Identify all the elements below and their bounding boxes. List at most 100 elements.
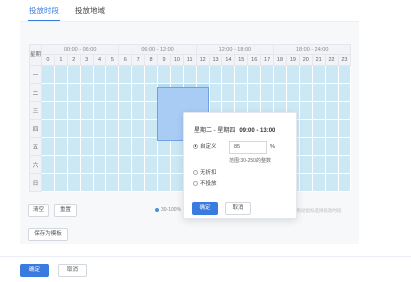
custom-rate-input[interactable]: 85: [229, 141, 267, 154]
schedule-cell[interactable]: [285, 65, 300, 84]
schedule-cell[interactable]: [324, 65, 339, 84]
schedule-cell[interactable]: [53, 83, 68, 102]
schedule-cell[interactable]: [144, 65, 159, 84]
schedule-cell[interactable]: [118, 65, 133, 84]
schedule-cell[interactable]: [131, 119, 146, 138]
schedule-cell[interactable]: [105, 119, 120, 138]
schedule-cell[interactable]: [66, 137, 81, 156]
schedule-cell[interactable]: [131, 65, 146, 84]
schedule-cell[interactable]: [157, 65, 171, 84]
schedule-cell[interactable]: [208, 83, 223, 102]
schedule-cell[interactable]: [53, 101, 68, 120]
schedule-cell[interactable]: [144, 119, 159, 138]
schedule-cell[interactable]: [66, 173, 81, 192]
schedule-cell[interactable]: [41, 155, 55, 174]
schedule-cell[interactable]: [118, 83, 133, 102]
schedule-cell[interactable]: [311, 101, 326, 120]
schedule-cell[interactable]: [311, 155, 326, 174]
schedule-cell[interactable]: [41, 137, 55, 156]
schedule-cell[interactable]: [144, 173, 159, 192]
schedule-cell[interactable]: [92, 65, 107, 84]
schedule-cell[interactable]: [131, 101, 146, 120]
schedule-cell[interactable]: [79, 119, 94, 138]
schedule-cell[interactable]: [105, 83, 120, 102]
schedule-cell[interactable]: [41, 83, 55, 102]
cancel-button[interactable]: 取消: [58, 264, 87, 277]
schedule-cell[interactable]: [41, 101, 55, 120]
schedule-cell[interactable]: [247, 83, 262, 102]
schedule-cell[interactable]: [79, 101, 94, 120]
schedule-cell[interactable]: [273, 83, 287, 102]
schedule-cell[interactable]: [234, 83, 249, 102]
schedule-cell[interactable]: [169, 173, 184, 192]
schedule-cell[interactable]: [298, 155, 313, 174]
schedule-cell[interactable]: [298, 119, 313, 138]
schedule-cell[interactable]: [79, 65, 94, 84]
schedule-cell[interactable]: [66, 101, 81, 120]
schedule-cell[interactable]: [273, 65, 287, 84]
schedule-cell[interactable]: [298, 65, 313, 84]
schedule-cell[interactable]: [324, 101, 339, 120]
schedule-cell[interactable]: [337, 65, 352, 84]
schedule-cell[interactable]: [105, 173, 120, 192]
schedule-cell[interactable]: [247, 65, 262, 84]
schedule-cell[interactable]: [66, 83, 81, 102]
schedule-cell[interactable]: [311, 65, 326, 84]
popover-cancel-button[interactable]: 取消: [225, 202, 251, 215]
schedule-cell[interactable]: [337, 119, 352, 138]
schedule-cell[interactable]: [118, 119, 133, 138]
no-delivery-radio[interactable]: 不投放: [193, 179, 217, 187]
schedule-cell[interactable]: [92, 155, 107, 174]
schedule-cell[interactable]: [105, 65, 120, 84]
schedule-cell[interactable]: [285, 83, 300, 102]
schedule-cell[interactable]: [53, 173, 68, 192]
reset-button[interactable]: 重置: [54, 204, 77, 217]
schedule-cell[interactable]: [311, 137, 326, 156]
schedule-cell[interactable]: [92, 173, 107, 192]
schedule-cell[interactable]: [66, 65, 81, 84]
tab-region[interactable]: 投放地域: [74, 3, 106, 21]
schedule-cell[interactable]: [234, 65, 249, 84]
schedule-cell[interactable]: [221, 65, 236, 84]
schedule-cell[interactable]: [41, 173, 55, 192]
schedule-cell[interactable]: [41, 119, 55, 138]
schedule-cell[interactable]: [53, 65, 68, 84]
schedule-cell[interactable]: [92, 137, 107, 156]
schedule-cell[interactable]: [92, 101, 107, 120]
schedule-cell[interactable]: [105, 101, 120, 120]
schedule-cell[interactable]: [324, 173, 339, 192]
schedule-cell[interactable]: [105, 155, 120, 174]
schedule-cell[interactable]: [169, 65, 184, 84]
schedule-cell[interactable]: [169, 155, 184, 174]
schedule-cell[interactable]: [337, 173, 352, 192]
schedule-cell[interactable]: [118, 137, 133, 156]
schedule-cell[interactable]: [182, 65, 197, 84]
schedule-cell[interactable]: [337, 155, 352, 174]
schedule-cell[interactable]: [131, 155, 146, 174]
save-template-button[interactable]: 保存为模板: [28, 228, 68, 241]
schedule-cell[interactable]: [157, 155, 171, 174]
schedule-cell[interactable]: [118, 101, 133, 120]
popover-confirm-button[interactable]: 确定: [192, 202, 218, 215]
schedule-cell[interactable]: [337, 83, 352, 102]
tab-time[interactable]: 投放时段: [28, 3, 60, 21]
schedule-cell[interactable]: [221, 83, 236, 102]
schedule-cell[interactable]: [208, 65, 223, 84]
schedule-cell[interactable]: [92, 119, 107, 138]
schedule-cell[interactable]: [79, 173, 94, 192]
schedule-cell[interactable]: [298, 101, 313, 120]
schedule-cell[interactable]: [118, 155, 133, 174]
schedule-cell[interactable]: [92, 83, 107, 102]
schedule-cell[interactable]: [53, 137, 68, 156]
schedule-cell[interactable]: [144, 101, 159, 120]
schedule-cell[interactable]: [66, 119, 81, 138]
schedule-cell[interactable]: [131, 173, 146, 192]
no-discount-radio[interactable]: 无折扣: [193, 168, 217, 176]
schedule-cell[interactable]: [79, 155, 94, 174]
custom-radio[interactable]: 自定义: [193, 142, 217, 150]
schedule-cell[interactable]: [118, 173, 133, 192]
schedule-cell[interactable]: [298, 83, 313, 102]
schedule-cell[interactable]: [337, 101, 352, 120]
schedule-cell[interactable]: [105, 137, 120, 156]
schedule-cell[interactable]: [311, 173, 326, 192]
